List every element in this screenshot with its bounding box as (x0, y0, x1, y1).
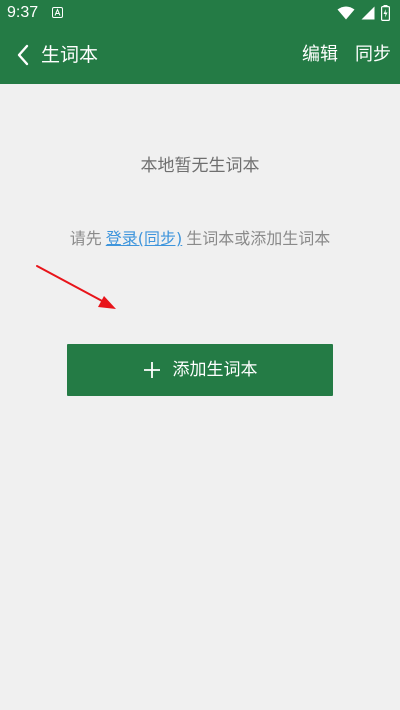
edit-button[interactable]: 编辑 (302, 42, 338, 68)
status-time: 9:37 (7, 4, 39, 21)
plus-icon (143, 362, 160, 378)
app-bar: 生词本 编辑 同步 (0, 26, 400, 84)
status-bar: 9:37 (0, 0, 400, 26)
hint-suffix: 生词本或添加生词本 (186, 229, 331, 248)
page-title: 生词本 (41, 44, 99, 66)
hint-text: 请先 登录(同步) 生词本或添加生词本 (0, 227, 400, 251)
status-icons (337, 5, 390, 21)
cellular-signal-icon (361, 6, 375, 20)
login-sync-link[interactable]: 登录(同步) (106, 229, 183, 248)
wifi-icon (337, 6, 355, 20)
add-vocabulary-book-button[interactable]: 添加生词本 (67, 344, 333, 396)
add-button-label: 添加生词本 (172, 360, 258, 380)
back-button[interactable] (8, 39, 38, 71)
sync-button[interactable]: 同步 (355, 42, 391, 68)
hint-prefix: 请先 (69, 229, 102, 248)
notification-a-icon (52, 7, 63, 18)
battery-charging-icon (381, 5, 390, 21)
chevron-left-icon (17, 44, 29, 66)
empty-state-message: 本地暂无生词本 (140, 156, 260, 176)
